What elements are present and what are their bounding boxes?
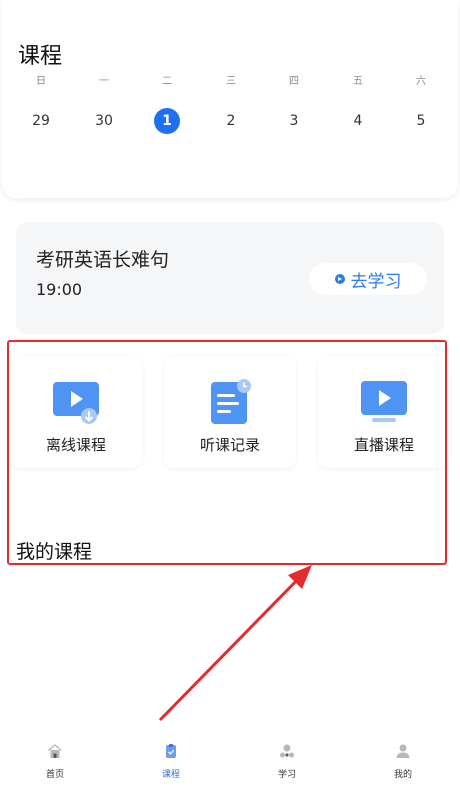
nav-label-course: 课程 [161,770,180,780]
weekday-sat: 六 [416,76,426,87]
weekday-mon: 一 [99,76,109,87]
date-cell[interactable]: 5 [401,108,441,134]
weekday-sun: 日 [36,76,46,87]
nav-label-study: 学习 [277,770,296,780]
date-cell-selected[interactable]: 1 [154,108,180,134]
highlight-box [7,340,447,565]
course-icon [166,744,176,758]
date-cell[interactable]: 4 [338,108,378,134]
page-title: 课程 [18,44,63,69]
go-study-label: 去学习 [350,271,402,292]
go-study-button[interactable]: 去学习 [309,263,427,295]
date-cell[interactable]: 29 [21,108,61,134]
weekday-wed: 三 [226,76,236,87]
play-icon [334,274,345,284]
nav-item-profile[interactable]: 我的 [373,740,433,780]
bottom-nav: 首页 课程 学习 我的 [0,740,460,794]
date-cell[interactable]: 30 [84,108,124,134]
nav-item-study[interactable]: 学习 [257,740,317,780]
profile-icon [396,744,410,758]
nav-item-home[interactable]: 首页 [25,740,85,780]
weekday-fri: 五 [353,76,363,87]
home-icon [48,744,62,758]
study-icon [280,744,294,758]
class-time: 19:00 [36,280,83,299]
nav-label-home: 首页 [45,770,64,780]
calendar-card: 课程 日 一 二 三 四 五 六 29 30 1 2 3 4 5 [2,0,458,198]
date-cell[interactable]: 2 [211,108,251,134]
weekday-thu: 四 [289,76,299,87]
class-card: 考研英语长难句 19:00 去学习 [16,222,444,334]
nav-item-course[interactable]: 课程 [141,740,201,780]
weekday-tue: 二 [162,76,172,87]
class-name: 考研英语长难句 [36,249,170,271]
date-cell[interactable]: 3 [274,108,314,134]
nav-label-profile: 我的 [393,770,412,780]
